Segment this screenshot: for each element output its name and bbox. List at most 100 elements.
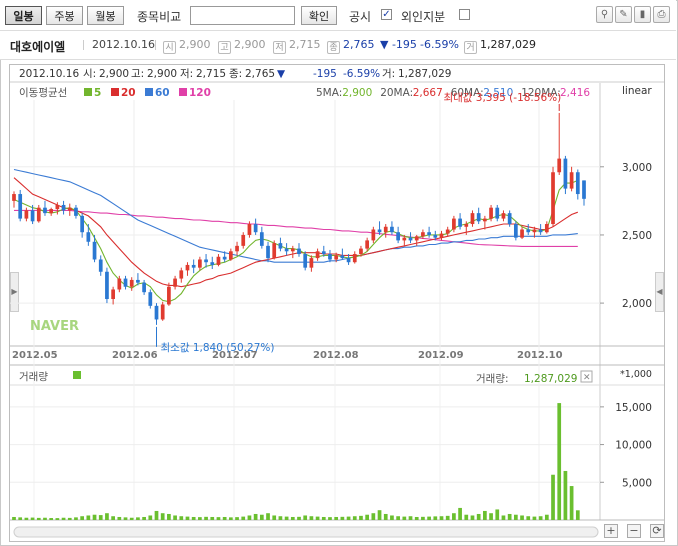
scale-label[interactable]: linear [622,85,652,97]
volume-bar [507,513,512,520]
candle-body [253,224,258,233]
volume-bar [557,403,562,520]
legend-label-120: 120 [189,87,211,99]
candle-body [30,210,35,222]
candle-body [352,254,357,263]
volume-bar [396,516,400,520]
volume-bar [377,510,382,520]
volume-bar [74,517,78,520]
volume-bar [439,516,444,520]
candle-body [167,286,171,305]
candle-body [241,234,246,246]
candle-body [290,248,295,252]
volume-bar [80,516,85,520]
candle-body [569,172,574,189]
hdr-change: -195 [313,68,337,80]
legend-label-60: 60 [155,87,170,99]
candle-body [136,279,140,283]
volume-bar [266,513,270,520]
date-tick-label: 2012.10 [517,350,563,361]
price-tick-label: 2,000 [622,298,652,310]
candle-body [43,207,47,214]
candle-body [359,248,363,255]
volume-bar [346,516,351,520]
candle-body [278,243,283,249]
candle-body [563,158,568,189]
candle-body [390,226,394,233]
volume-bar [513,514,518,520]
volume-bar [476,513,481,520]
volume-bar [290,516,295,520]
volume-bar [569,486,574,520]
volume-bar [210,516,215,520]
hdr-change-pct: -6.59% [343,68,380,80]
candle-body [557,158,562,173]
candle-body [489,207,493,219]
volume-readout-label: 거래량: [476,373,509,385]
candle-body [582,180,586,199]
volume-bar [334,516,339,520]
volume-bar [452,513,456,520]
horizontal-scrollbar[interactable] [13,526,599,538]
candle-body [111,289,115,300]
candle-body [495,207,500,219]
candle-body [309,258,314,268]
ma-readout-label-0: 5MA: [316,87,342,99]
volume-bar [544,514,549,520]
candle-body [259,232,264,246]
candle-body [396,232,400,241]
volume-bar [445,515,450,520]
candle-body [445,229,450,234]
candle-body [284,248,289,252]
volume-bar [98,515,103,520]
volume-bar [427,516,431,520]
legend-title: 이동평균선 [19,87,67,99]
candle-body [526,229,531,233]
candle-body [408,237,413,241]
volume-bar [414,516,419,520]
candle-body [551,172,555,225]
volume-bar [204,516,208,520]
candle-body [501,213,506,219]
ma5-line [13,179,579,303]
candle-body [458,218,462,227]
volume-bar [297,516,301,520]
volume-bar [247,515,252,520]
naver-watermark: NAVER [30,319,79,334]
volume-bar [86,515,91,520]
candle-body [98,259,103,272]
volume-bar [526,516,531,520]
volume-bar [36,517,41,520]
candle-body [532,229,537,233]
volume-bar [489,513,493,520]
legend-swatch-120 [179,88,187,96]
volume-readout-value: 1,287,029 [524,373,577,385]
zoom-in-button[interactable]: + [604,524,618,538]
volume-bar [303,515,308,520]
hdr-low-label: 저: [180,68,193,80]
candle-body [92,241,97,260]
candle-body [538,229,543,233]
candle-body [198,259,202,268]
volume-bar [520,515,524,520]
candle-body [328,254,332,260]
volume-bar [18,517,23,520]
zoom-out-button[interactable]: − [627,524,641,538]
refresh-icon[interactable]: ⟳ [650,524,664,538]
candle-body [402,237,407,241]
candle-body [154,305,159,320]
hdr-close-label: 종: [229,68,242,80]
hdr-low: 2,715 [196,68,226,80]
candle-body [321,251,326,255]
candle-body [18,194,23,219]
volume-bar [483,510,487,520]
volume-bar [402,516,407,520]
volume-bar [458,507,462,520]
candle-body [123,278,128,287]
candle-body [216,256,221,265]
price-tick-label: 2,500 [622,230,652,242]
candle-body [235,245,239,252]
volume-close-glyph: ✕ [583,373,591,383]
candle-body [86,232,91,242]
candle-body [421,232,425,237]
